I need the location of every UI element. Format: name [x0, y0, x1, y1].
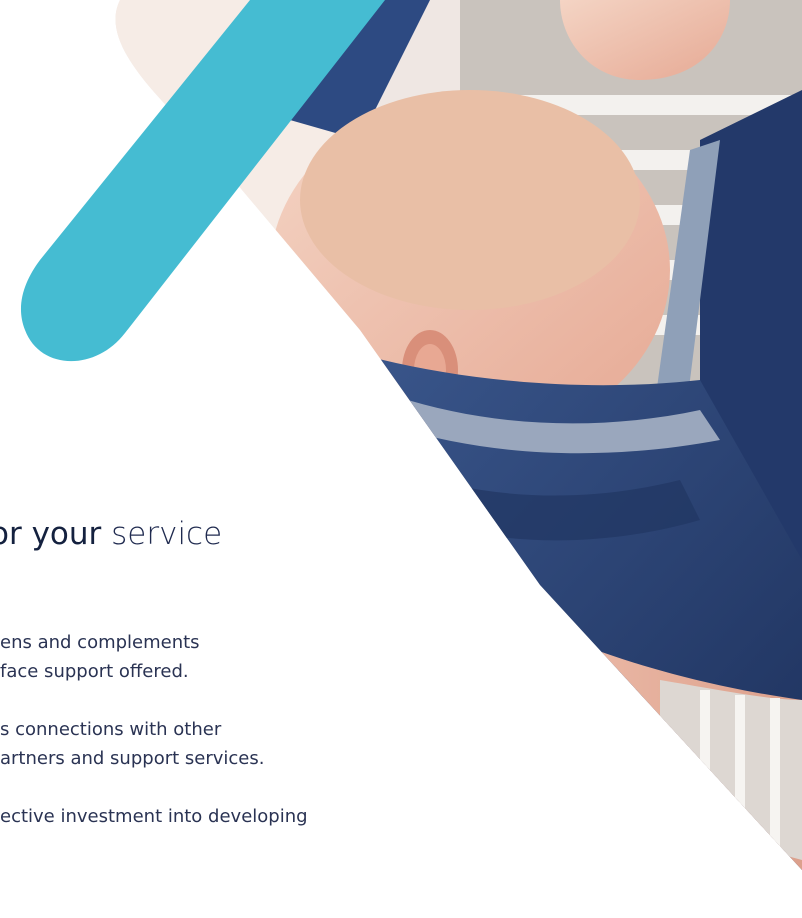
- list-item: s connections with other artners and sup…: [0, 715, 308, 773]
- section-heading: or your service: [0, 514, 222, 554]
- list-item-line: ens and complements: [0, 632, 200, 653]
- list-item-line: face support offered.: [0, 661, 189, 682]
- text-region: or your service ens and complements face…: [0, 0, 802, 918]
- list-item-line: artners and support services.: [0, 748, 265, 769]
- list-item: ective investment into developing: [0, 802, 308, 831]
- heading-light: service: [101, 516, 223, 552]
- list-item-line: ective investment into developing: [0, 806, 308, 827]
- list-item-line: s connections with other: [0, 719, 222, 740]
- benefits-list: ens and complements face support offered…: [0, 628, 308, 860]
- page: or your service ens and complements face…: [0, 0, 802, 918]
- list-item: ens and complements face support offered…: [0, 628, 308, 686]
- heading-strong: or your: [0, 516, 102, 552]
